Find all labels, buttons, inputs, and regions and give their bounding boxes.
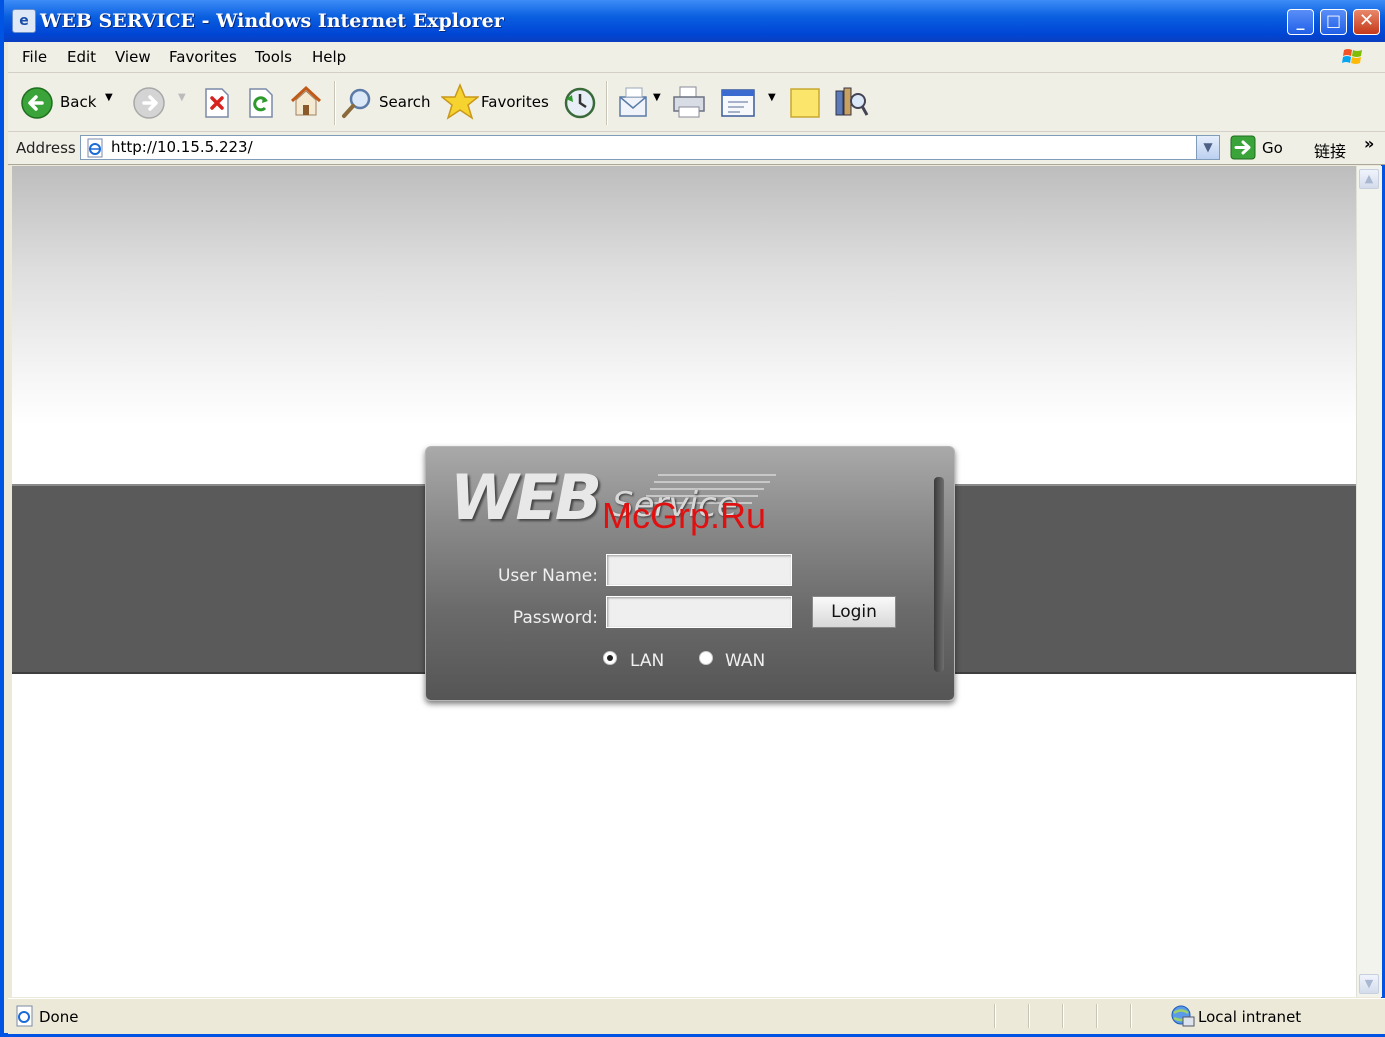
back-arrow-icon[interactable] <box>20 86 54 120</box>
status-separator <box>1096 1004 1098 1028</box>
refresh-icon[interactable] <box>246 87 276 119</box>
forward-dropdown-icon[interactable]: ▼ <box>178 92 186 103</box>
login-button[interactable]: Login <box>812 596 896 628</box>
ie-page-icon <box>16 1005 33 1027</box>
wan-label[interactable]: WAN <box>725 651 765 671</box>
lan-radio[interactable] <box>603 651 617 665</box>
back-label[interactable]: Back <box>60 93 96 111</box>
status-separator <box>1130 1004 1132 1028</box>
address-input[interactable] <box>111 137 1191 157</box>
address-field[interactable]: ▼ <box>80 135 1220 160</box>
background-gradient <box>12 166 1356 426</box>
vertical-scrollbar[interactable]: ▲ ▼ <box>1356 166 1382 997</box>
menu-help[interactable]: Help <box>312 48 346 66</box>
forward-arrow-icon[interactable] <box>132 86 166 120</box>
status-separator <box>994 1004 996 1028</box>
go-label: Go <box>1262 139 1283 157</box>
lan-label[interactable]: LAN <box>630 651 664 671</box>
zone-label: Local intranet <box>1198 1008 1302 1026</box>
mail-icon[interactable] <box>616 85 652 121</box>
menu-view[interactable]: View <box>115 48 151 66</box>
status-bar: Done Local intranet <box>8 998 1385 1034</box>
local-intranet-icon <box>1171 1005 1195 1027</box>
toolbar-separator <box>606 81 608 125</box>
login-panel: WEB Service McGrp.Ru User Name: Password… <box>425 446 955 701</box>
window-title: WEB SERVICE - Windows Internet Explorer <box>40 10 504 32</box>
standard-toolbar: Back ▼ ▼ Search Favorites ▼ ▼ <box>8 73 1385 132</box>
password-label: Password: <box>512 608 598 628</box>
go-button[interactable]: Go <box>1230 135 1290 160</box>
go-arrow-icon <box>1230 135 1256 160</box>
username-label: User Name: <box>497 566 598 586</box>
mail-dropdown-icon[interactable]: ▼ <box>653 92 661 103</box>
username-field[interactable] <box>606 554 792 586</box>
stop-icon[interactable] <box>202 87 232 119</box>
address-label: Address <box>16 139 76 157</box>
panel-edge <box>934 477 944 672</box>
page-content: WEB Service McGrp.Ru User Name: Password… <box>12 166 1356 997</box>
watermark-text: McGrp.Ru <box>602 495 767 536</box>
search-icon[interactable] <box>340 85 376 121</box>
menu-bar: File Edit View Favorites Tools Help <box>8 42 1385 73</box>
address-bar: Address ▼ Go 链接 » <box>8 132 1385 165</box>
back-dropdown-icon[interactable]: ▼ <box>105 92 113 103</box>
search-label[interactable]: Search <box>379 93 431 111</box>
status-separator <box>1028 1004 1030 1028</box>
password-input[interactable] <box>607 597 791 627</box>
wan-radio[interactable] <box>699 651 713 665</box>
maximize-button[interactable]: □ <box>1320 9 1347 35</box>
menu-file[interactable]: File <box>22 48 47 66</box>
note-icon[interactable] <box>788 85 824 121</box>
status-text: Done <box>39 1008 79 1026</box>
browser-window: e WEB SERVICE - Windows Internet Explore… <box>0 0 1385 1037</box>
menu-tools[interactable]: Tools <box>255 48 292 66</box>
password-field[interactable] <box>606 596 792 628</box>
favorites-star-icon[interactable] <box>441 83 479 121</box>
edit-icon[interactable] <box>720 87 756 119</box>
scroll-down-icon[interactable]: ▼ <box>1359 974 1379 994</box>
history-icon[interactable] <box>562 85 598 121</box>
print-icon[interactable] <box>670 83 708 121</box>
logo-web-text: WEB <box>450 461 602 534</box>
ie-page-icon <box>87 138 103 158</box>
ie-page-icon: e <box>12 9 36 33</box>
home-icon[interactable] <box>288 83 324 119</box>
menu-favorites[interactable]: Favorites <box>169 48 237 66</box>
toolbar-separator <box>334 81 336 125</box>
links-label[interactable]: 链接 <box>1314 138 1346 162</box>
favorites-label[interactable]: Favorites <box>481 93 549 111</box>
windows-logo-icon <box>1342 49 1362 64</box>
research-icon[interactable] <box>830 83 870 121</box>
status-separator <box>1062 1004 1064 1028</box>
edit-dropdown-icon[interactable]: ▼ <box>768 92 776 103</box>
menu-edit[interactable]: Edit <box>67 48 96 66</box>
scroll-up-icon[interactable]: ▲ <box>1359 169 1379 189</box>
minimize-button[interactable]: _ <box>1287 9 1314 35</box>
close-button[interactable]: ✕ <box>1353 9 1380 35</box>
title-bar[interactable]: e WEB SERVICE - Windows Internet Explore… <box>4 0 1385 42</box>
address-dropdown-icon[interactable]: ▼ <box>1196 136 1219 159</box>
username-input[interactable] <box>607 555 791 585</box>
more-chevron-icon[interactable]: » <box>1364 134 1374 153</box>
